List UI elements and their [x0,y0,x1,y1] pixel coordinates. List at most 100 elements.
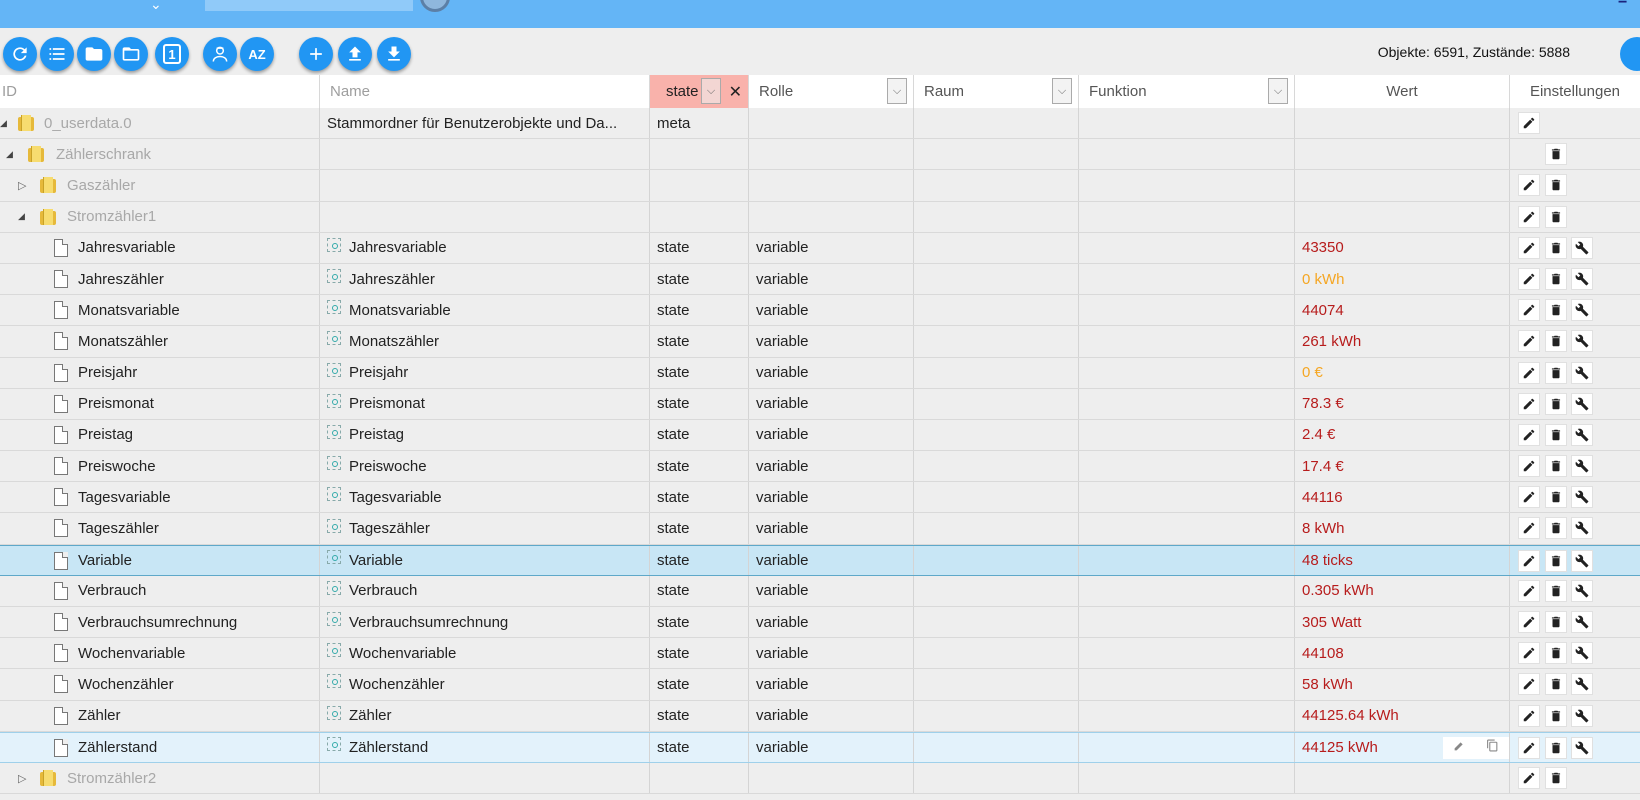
id-cell[interactable]: Zähler [0,700,320,731]
delete-button[interactable] [1545,642,1567,665]
edit-button[interactable] [1518,642,1540,665]
folder-button[interactable] [77,37,111,71]
id-cell[interactable]: Monatszähler [0,326,320,357]
edit-button[interactable] [1518,766,1540,789]
table-row[interactable]: Wochenvariable Wochenvariable state variabl… [0,638,1640,670]
function-cell[interactable] [1079,575,1295,606]
id-cell[interactable]: Zählerstand [0,732,320,762]
config-button[interactable] [1571,549,1593,572]
settings-wrench-button[interactable] [1620,37,1640,71]
delete-button[interactable] [1545,143,1567,166]
value-cell[interactable] [1295,762,1510,794]
config-button[interactable] [1571,704,1593,727]
header-id[interactable]: ID [0,75,320,108]
config-button[interactable] [1571,299,1593,322]
tree-folder-row[interactable]: Stromzähler1 [0,201,1640,233]
room-cell[interactable] [914,607,1079,638]
edit-button[interactable] [1518,330,1540,353]
function-cell[interactable] [1079,732,1295,762]
clear-filter-icon[interactable]: ✕ [729,82,742,102]
expert-mode-button[interactable] [203,37,237,71]
name-cell[interactable]: Preistag [320,419,650,451]
role-cell[interactable]: variable [749,607,914,638]
function-cell[interactable] [1079,513,1295,544]
name-cell[interactable]: Tagesvariable [320,482,650,513]
name-cell[interactable]: Verbrauchsumrechnung [320,607,650,638]
config-button[interactable] [1571,673,1593,696]
role-cell[interactable]: variable [749,232,914,263]
function-cell[interactable] [1079,295,1295,326]
delete-button[interactable] [1545,236,1567,259]
expand-icon[interactable] [18,772,26,785]
value-cell[interactable]: 43350 [1295,232,1510,263]
id-cell[interactable]: Verbrauch [0,575,320,606]
delete-button[interactable] [1545,673,1567,696]
delete-button[interactable] [1545,704,1567,727]
room-cell[interactable] [914,545,1079,575]
table-row[interactable]: Verbrauch Verbrauch state variable 0.305 kWh [0,575,1640,607]
delete-button[interactable] [1545,267,1567,290]
function-cell[interactable] [1079,669,1295,700]
id-cell[interactable]: Wochenzähler [0,669,320,700]
name-cell[interactable]: Jahreszähler [320,263,650,295]
config-button[interactable] [1571,611,1593,633]
name-cell[interactable]: Monatsvariable [320,295,650,326]
room-cell[interactable] [914,295,1079,326]
table-row[interactable]: Preiswoche Preiswoche state variable 17.4 € [0,451,1640,483]
config-button[interactable] [1571,579,1593,602]
value-cell[interactable]: 44125.64 kWh [1295,700,1510,731]
name-cell[interactable]: Tageszähler [320,513,650,544]
table-row[interactable]: Wochenzähler Wochenzähler state variable 58 … [0,669,1640,701]
edit-button[interactable] [1518,392,1540,415]
name-cell[interactable]: Stammordner für Benutzerobjekte und Da..… [320,108,650,139]
room-cell[interactable] [914,482,1079,513]
header-name[interactable]: Name [320,75,650,108]
room-cell[interactable] [914,108,1079,139]
edit-button[interactable] [1518,236,1540,259]
config-button[interactable] [1571,486,1593,509]
type-filter[interactable]: state ⌵ ✕ [650,75,749,108]
room-cell[interactable] [914,357,1079,388]
delete-button[interactable] [1545,174,1567,197]
name-cell[interactable] [320,762,650,794]
chevron-down-icon[interactable]: ⌵ [1052,78,1072,104]
id-cell[interactable]: Stromzähler1 [0,201,320,232]
delete-button[interactable] [1545,549,1567,572]
room-cell[interactable] [914,388,1079,419]
room-cell[interactable] [914,451,1079,482]
role-cell[interactable]: variable [749,482,914,513]
id-cell[interactable]: Tagesvariable [0,482,320,513]
room-cell[interactable] [914,700,1079,731]
role-cell[interactable] [749,170,914,201]
function-cell[interactable] [1079,545,1295,575]
value-cell[interactable]: 44074 [1295,295,1510,326]
config-button[interactable] [1571,423,1593,446]
config-button[interactable] [1571,267,1593,290]
name-cell[interactable] [320,139,650,170]
value-cell[interactable]: 48 ticks [1295,545,1510,575]
name-cell[interactable] [320,201,650,232]
room-cell[interactable] [914,762,1079,794]
table-row[interactable]: Preisjahr Preisjahr state variable 0 € [0,357,1640,389]
role-cell[interactable]: variable [749,326,914,357]
value-cell[interactable]: 0 kWh [1295,263,1510,295]
role-cell[interactable]: variable [749,669,914,700]
function-cell[interactable] [1079,357,1295,388]
table-row[interactable]: Jahreszähler Jahreszähler state variable 0 k… [0,263,1640,296]
edit-button[interactable] [1518,736,1540,759]
edit-button[interactable] [1518,267,1540,290]
edit-button[interactable] [1518,611,1540,633]
one-button[interactable]: 1 [155,37,189,71]
delete-button[interactable] [1545,455,1567,478]
role-cell[interactable]: variable [749,451,914,482]
sort-button[interactable]: AZ [240,37,274,71]
config-button[interactable] [1571,736,1593,759]
id-cell[interactable]: Gaszähler [0,170,320,201]
config-button[interactable] [1571,392,1593,415]
collapse-icon[interactable] [0,118,7,129]
config-button[interactable] [1571,361,1593,384]
tree-folder-row[interactable]: Gaszähler [0,170,1640,202]
edit-button[interactable] [1518,174,1540,197]
chevron-down-icon[interactable]: ⌵ [887,78,907,104]
function-cell[interactable] [1079,201,1295,232]
